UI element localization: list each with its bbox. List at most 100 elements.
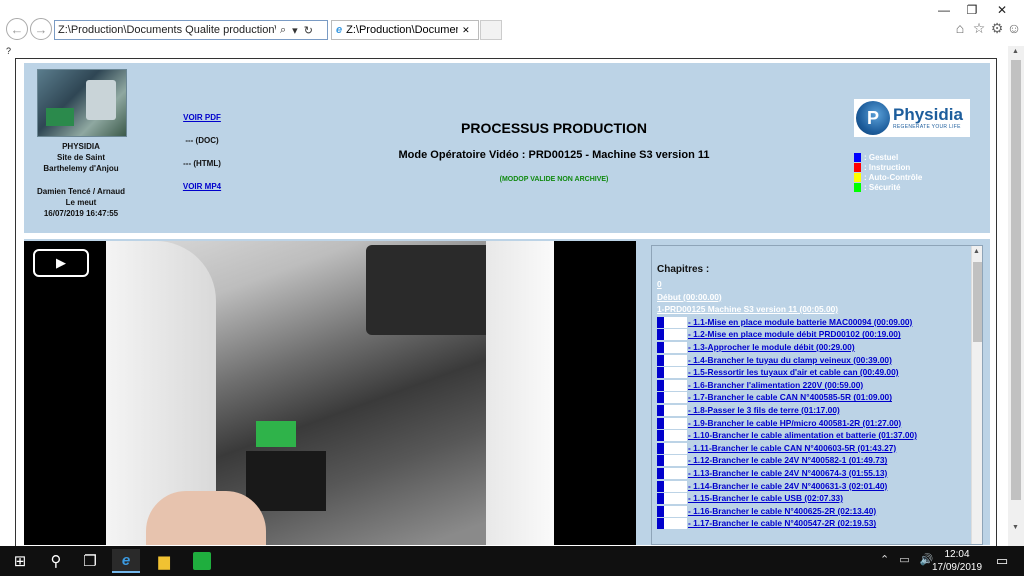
search-icon[interactable]: ⌕ (280, 24, 286, 37)
chapter-link[interactable]: - 1.10-Brancher le cable alimentation et… (657, 429, 967, 442)
chapter-marker (657, 316, 687, 328)
tray-chevron-icon[interactable]: ⌃ (880, 553, 889, 566)
chapter-marker (657, 329, 687, 341)
legend-label: : Auto-Contrôle (864, 172, 923, 182)
chapter-link[interactable]: - 1.3-Approcher le module débit (00:29.0… (657, 341, 967, 354)
company-info: PHYSIDIA Site de Saint Barthelemy d'Anjo… (43, 142, 119, 173)
document-header: PHYSIDIA Site de Saint Barthelemy d'Anjo… (24, 63, 990, 233)
chapter-label: - 1.7-Brancher le cable CAN N°400585-5R … (688, 392, 892, 403)
chapter-marker (657, 480, 687, 492)
chapter-link[interactable]: - 1.17-Brancher le cable N°400547-2R (02… (657, 517, 967, 530)
close-window-button[interactable]: ✕ (988, 2, 1016, 18)
close-tab-icon[interactable]: ✕ (462, 25, 470, 36)
chapter-marker (657, 467, 687, 479)
address-bar[interactable]: Z:\Production\Documents Qualite producti… (54, 20, 328, 40)
chapter-link[interactable]: - 1.4-Brancher le tuyau du clamp veineux… (657, 354, 967, 367)
internet-explorer-icon[interactable]: e (112, 549, 140, 573)
back-button[interactable]: ← (6, 18, 28, 40)
page-scrollbar[interactable]: ▲ ▼ (1008, 46, 1024, 546)
chapter-link[interactable]: - 1.2-Mise en place module débit PRD0010… (657, 328, 967, 341)
search-icon[interactable]: ⚲ (42, 549, 70, 573)
doc-link: --- (DOC) (185, 136, 219, 145)
chapter-marker (657, 442, 687, 454)
chapter-link[interactable]: - 1.12-Brancher le cable 24V N°400582-1 … (657, 454, 967, 467)
chapter-marker (657, 493, 687, 505)
chapter-link[interactable]: - 1.6-Brancher l'alimentation 220V (00:5… (657, 379, 967, 392)
restore-button[interactable]: ❐ (958, 2, 986, 18)
network-icon[interactable]: ▭ (899, 553, 909, 566)
chapter-link[interactable]: 0 (657, 278, 967, 291)
chapter-label: - 1.15-Brancher le cable USB (02:07.33) (688, 493, 844, 504)
chapter-link[interactable]: - 1.1-Mise en place module batterie MAC0… (657, 316, 967, 329)
page-title: PROCESSUS PRODUCTION (461, 120, 647, 136)
play-button[interactable]: ▶ (33, 249, 89, 277)
chapter-link[interactable]: Début (00:00.00) (657, 291, 967, 304)
chapter-marker (657, 417, 687, 429)
page-scroll-down-icon[interactable]: ▼ (1012, 524, 1019, 531)
chapter-link[interactable]: 1-PRD00125 Machine S3 version 11 (00:05.… (657, 303, 967, 316)
chapter-link[interactable]: - 1.7-Brancher le cable CAN N°400585-5R … (657, 391, 967, 404)
smile-icon[interactable]: ☺ (1006, 20, 1022, 36)
chapter-link[interactable]: - 1.5-Ressortir les tuyaux d'air et cabl… (657, 366, 967, 379)
taskbar-clock[interactable]: 12:04 17/09/2019 (930, 548, 984, 574)
chapter-link[interactable]: - 1.9-Brancher le cable HP/micro 400581-… (657, 417, 967, 430)
scroll-thumb[interactable] (973, 262, 982, 342)
new-tab-button[interactable] (480, 20, 502, 40)
chapters-panel: Chapitres : 0 Début (00:00.00) 1-PRD00125 … (651, 245, 983, 545)
legend-item: : Sécurité (854, 182, 922, 192)
task-view-icon[interactable]: ❐ (76, 549, 104, 573)
home-icon[interactable]: ⌂ (952, 20, 968, 36)
legend-item: : Gestuel (854, 152, 922, 162)
system-tray: ⌃ ▭ 🔊 (880, 553, 933, 566)
minimize-button[interactable]: — (930, 2, 958, 18)
notification-icon[interactable]: ▭ (988, 549, 1016, 573)
brand-tagline: REGENERATE YOUR LIFE (893, 124, 961, 130)
star-icon[interactable]: ☆ (971, 20, 987, 36)
chapter-label: - 1.2-Mise en place module débit PRD0010… (688, 329, 901, 340)
legend-label: : Instruction (864, 162, 911, 172)
chapter-link[interactable]: - 1.13-Brancher le cable 24V N°400674-3 … (657, 467, 967, 480)
video-player[interactable]: ▶ (24, 241, 636, 545)
green-app-icon[interactable] (188, 549, 216, 573)
legend-item: : Instruction (854, 162, 922, 172)
chapter-label: - 1.17-Brancher le cable N°400547-2R (02… (688, 518, 877, 529)
chapter-marker (657, 455, 687, 467)
chapter-link[interactable]: - 1.15-Brancher le cable USB (02:07.33) (657, 492, 967, 505)
legend-swatch (854, 162, 861, 172)
view-pdf-link[interactable]: VOIR PDF (167, 113, 237, 122)
dropdown-icon[interactable]: ▾ (292, 24, 298, 37)
legend: : Gestuel: Instruction: Auto-Contrôle: S… (854, 152, 922, 192)
legend-label: : Gestuel (864, 152, 899, 162)
chapter-link[interactable]: - 1.11-Brancher le cable CAN N°400603-5R… (657, 442, 967, 455)
page-scroll-thumb[interactable] (1011, 60, 1021, 500)
chapter-label: - 1.3-Approcher le module débit (00:29.0… (688, 341, 855, 352)
legend-swatch (854, 152, 861, 162)
scroll-up-icon[interactable]: ▲ (973, 248, 980, 255)
chapter-label: - 1.12-Brancher le cable 24V N°400582-1 … (688, 455, 888, 466)
legend-item: : Auto-Contrôle (854, 172, 922, 182)
refresh-icon[interactable]: ↻ (304, 24, 313, 37)
chapters-scrollbar[interactable]: ▲ (971, 246, 982, 544)
chapter-label: - 1.13-Brancher le cable 24V N°400674-3 … (688, 467, 888, 478)
windows-start-icon[interactable]: ⊞ (6, 549, 34, 573)
chapter-label: - 1.14-Brancher le cable 24V N°400631-3 … (688, 480, 888, 491)
view-mp4-link[interactable]: VOIR MP4 (167, 182, 237, 191)
chapter-link[interactable]: - 1.16-Brancher le cable N°400625-2R (02… (657, 505, 967, 518)
brand-name: Physidia (893, 105, 963, 124)
file-explorer-icon[interactable]: ▆ (150, 549, 178, 573)
chapter-marker (657, 354, 687, 366)
chapter-link[interactable]: - 1.8-Passer le 3 fils de terre (01:17.0… (657, 404, 967, 417)
status-text: (MODOP VALIDE NON ARCHIVE) (499, 176, 609, 183)
browser-tab[interactable]: e Z:\Production\Documents ... ✕ (331, 20, 479, 40)
chapter-link[interactable]: - 1.14-Brancher le cable 24V N°400631-3 … (657, 480, 967, 493)
forward-button[interactable]: → (30, 18, 52, 40)
physidia-logo: P Physidia REGENERATE YOUR LIFE (854, 99, 970, 137)
video-frame (106, 241, 554, 545)
gear-icon[interactable]: ⚙ (989, 20, 1005, 36)
address-text[interactable]: Z:\Production\Documents Qualite producti… (58, 24, 276, 36)
author-info: Damien Tencé / Arnaud Le meut 16/07/2019… (36, 187, 126, 218)
chapter-label: - 1.9-Brancher le cable HP/micro 400581-… (688, 417, 902, 428)
tab-title: Z:\Production\Documents ... (346, 24, 459, 36)
page-scroll-up-icon[interactable]: ▲ (1012, 48, 1019, 55)
legend-swatch (854, 172, 861, 182)
